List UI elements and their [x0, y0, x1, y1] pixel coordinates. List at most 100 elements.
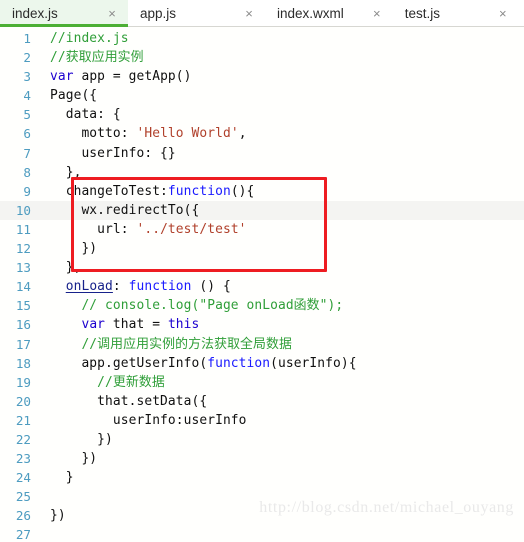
code-token: }) — [50, 241, 98, 257]
code-line[interactable]: 17 //调用应用实例的方法获取全局数据 — [0, 335, 524, 354]
editor-tab-label: app.js — [140, 5, 177, 21]
line-number: 25 — [15, 489, 31, 505]
code-token: app = getApp() — [73, 69, 192, 85]
close-icon[interactable]: × — [370, 6, 384, 20]
close-icon[interactable]: × — [242, 6, 256, 20]
code-line[interactable]: 6 motto: 'Hello World', — [0, 124, 524, 143]
code-token: this — [167, 317, 200, 333]
code-token: (){ — [230, 183, 255, 199]
code-token: app.getUserInfo( — [50, 355, 208, 371]
line-number: 14 — [15, 279, 31, 295]
code-line[interactable]: 5 data: { — [0, 105, 524, 124]
code-line[interactable]: 14 onLoad: function () { — [0, 277, 524, 296]
editor-tab-index-wxml[interactable]: index.wxml × — [265, 0, 393, 26]
code-token: }) — [50, 508, 66, 524]
code-line-text: //更新数据 — [38, 373, 524, 392]
code-line[interactable]: 21 userInfo:userInfo — [0, 411, 524, 430]
code-line[interactable]: 8 }, — [0, 163, 524, 182]
code-line[interactable]: 23 }) — [0, 449, 524, 468]
code-token: function — [128, 279, 192, 295]
close-icon[interactable]: × — [496, 6, 510, 20]
code-line[interactable]: 20 that.setData({ — [0, 392, 524, 411]
code-line-text: that.setData({ — [38, 392, 524, 411]
code-editor-window: index.js × app.js × index.wxml × test.js × 1 //i… — [0, 0, 524, 542]
line-number: 19 — [15, 374, 31, 390]
code-line[interactable]: 10 wx.redirectTo({ — [0, 200, 524, 220]
code-line[interactable]: 7 userInfo: {} — [0, 144, 524, 163]
code-line-text: userInfo: {} — [38, 144, 524, 163]
code-line[interactable]: 11 url: '../test/test' — [0, 220, 524, 239]
line-number: 22 — [15, 431, 31, 447]
code-token: that = — [105, 317, 168, 333]
editor-tab-label: index.wxml — [277, 5, 344, 21]
code-token: () { — [191, 279, 231, 295]
code-line-text: data: { — [38, 105, 524, 124]
line-number: 17 — [15, 336, 31, 352]
code-line[interactable]: 15 // console.log("Page onLoad函数"); — [0, 296, 524, 315]
code-line[interactable]: 3 var app = getApp() — [0, 67, 524, 86]
code-token: that.setData({ — [50, 393, 208, 409]
code-line[interactable]: 24 } — [0, 468, 524, 487]
line-number: 13 — [15, 260, 31, 276]
line-number: 9 — [23, 183, 31, 199]
editor-tab-index-js[interactable]: index.js × — [0, 0, 128, 27]
code-line-text: } — [38, 468, 524, 487]
code-line-text: }) — [38, 449, 524, 468]
code-token: var — [50, 69, 74, 85]
code-editor-area[interactable]: 1 //index.js 2//获取应用实例 3 var app = getApp() 4… — [0, 27, 524, 542]
code-token: url: — [50, 221, 137, 237]
code-line-text: }) — [38, 430, 524, 449]
code-token: function — [207, 355, 271, 371]
line-number: 18 — [15, 355, 31, 371]
code-token: //更新数据 — [50, 374, 165, 390]
code-line-text: var that = this — [38, 315, 524, 334]
code-line-text: wx.redirectTo({ — [38, 201, 524, 220]
close-icon[interactable]: × — [105, 6, 119, 20]
code-token: changeToTest: — [50, 183, 168, 199]
line-number: 24 — [15, 470, 31, 486]
code-token: '../test/test' — [136, 221, 247, 237]
line-number: 10 — [15, 202, 31, 218]
code-token: //index.js — [50, 31, 129, 46]
code-line-text: //获取应用实例 — [38, 48, 524, 67]
code-line-text: //调用应用实例的方法获取全局数据 — [38, 335, 524, 354]
code-line-text: userInfo:userInfo — [38, 411, 524, 430]
code-line[interactable]: 22 }) — [0, 430, 524, 449]
code-line[interactable]: 13 }, — [0, 258, 524, 277]
code-line[interactable]: 27 — [0, 525, 524, 542]
line-number: 23 — [15, 451, 31, 467]
code-line[interactable]: 2 //获取应用实例 — [0, 48, 524, 67]
code-token: } — [50, 470, 74, 486]
line-number: 1 — [23, 31, 31, 46]
code-token: wx.redirectTo({ — [50, 202, 200, 218]
line-number: 5 — [23, 107, 31, 123]
code-token: : — [112, 279, 129, 295]
code-line[interactable]: 16 var that = this — [0, 315, 524, 334]
code-line[interactable]: 19 //更新数据 — [0, 373, 524, 392]
code-line[interactable]: 1 //index.js — [0, 29, 524, 48]
editor-tab-label: test.js — [404, 5, 441, 21]
code-token: }, — [50, 164, 82, 180]
code-line[interactable]: 18 app.getUserInfo(function(userInfo){ — [0, 354, 524, 373]
editor-tab-test-js[interactable]: test.js × — [392, 0, 519, 26]
code-token: //获取应用实例 — [50, 50, 144, 66]
code-token: , — [238, 126, 247, 142]
code-token: }) — [50, 431, 113, 447]
line-number: 27 — [15, 527, 31, 542]
code-line[interactable]: 4 Page({ — [0, 86, 524, 105]
code-line-text: url: '../test/test' — [38, 220, 524, 239]
code-line-text: }, — [38, 258, 524, 277]
code-line-text: app.getUserInfo(function(userInfo){ — [38, 354, 524, 373]
code-line-text: motto: 'Hello World', — [38, 124, 524, 143]
code-line-text: }, — [38, 163, 524, 182]
editor-tab-app-js[interactable]: app.js × — [128, 0, 265, 26]
code-line-text: // console.log("Page onLoad函数"); — [38, 296, 524, 315]
code-token: // console.log("Page onLoad函数"); — [50, 298, 344, 314]
line-number: 15 — [15, 298, 31, 314]
editor-tab-bar: index.js × app.js × index.wxml × test.js × — [0, 0, 524, 27]
line-number: 20 — [15, 393, 31, 409]
code-line[interactable]: 9 changeToTest:function(){ — [0, 182, 524, 201]
code-line[interactable]: 12 }) — [0, 239, 524, 258]
code-token: }) — [50, 451, 98, 467]
